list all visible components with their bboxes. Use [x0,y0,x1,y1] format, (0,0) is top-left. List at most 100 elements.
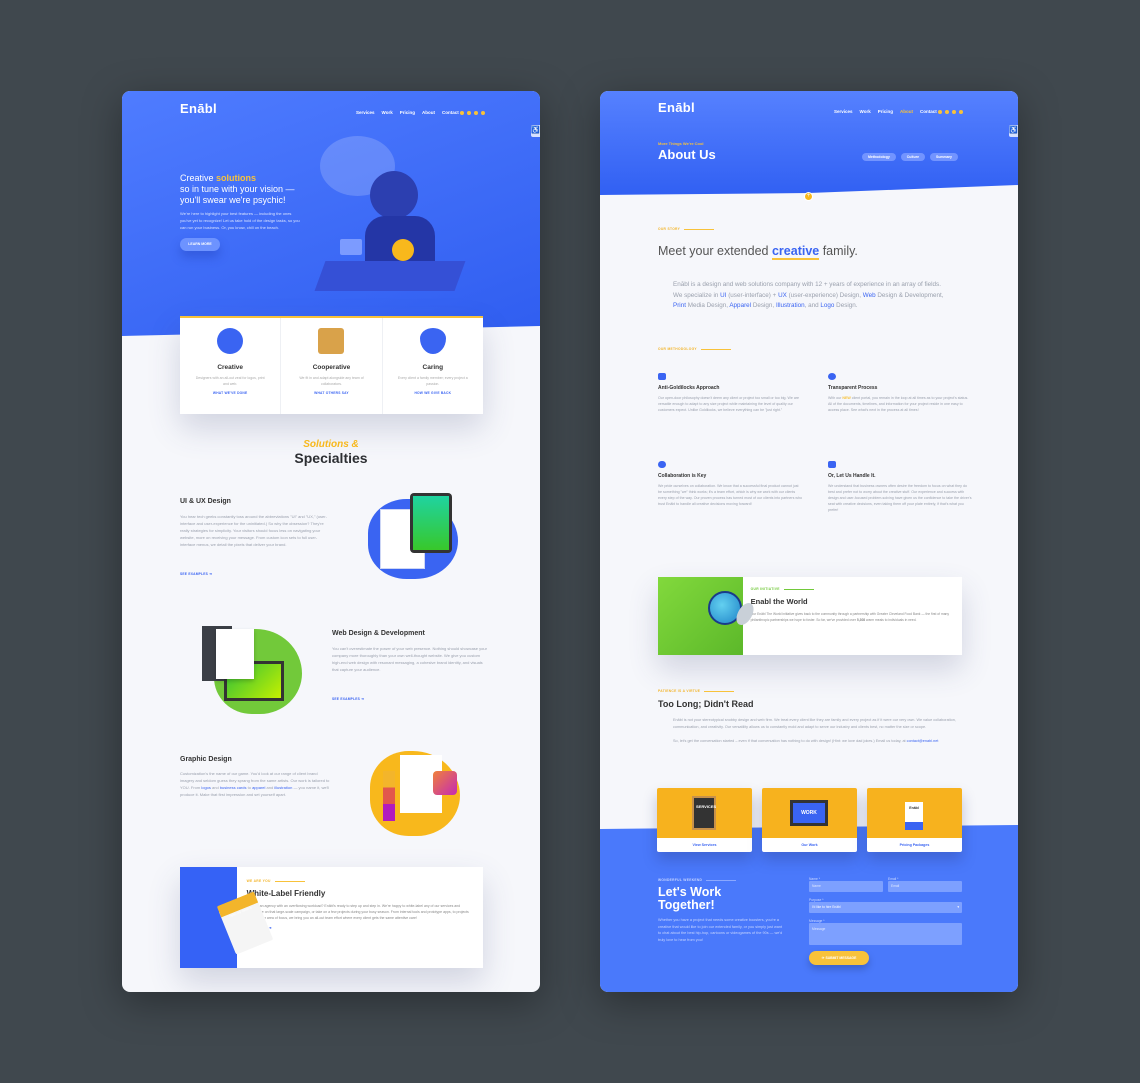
apparel-link[interactable]: Apparel [729,302,751,309]
method-title: Or, Let Us Handle It. [828,473,876,479]
linkedin-icon[interactable] [481,111,485,115]
contact-title: Let's Work Together! [658,885,722,912]
card-title: White-Label Friendly [246,889,326,898]
chevron-down-icon: ▾ [957,905,959,909]
instagram-icon[interactable] [938,110,942,114]
nav-services[interactable]: Services [356,110,375,115]
tile-pricing-packages[interactable]: Enābl Pricing Packages [867,788,962,852]
pill-culture[interactable]: Culture [900,153,926,161]
email-input[interactable]: Email [888,881,962,892]
web-link[interactable]: Web [863,292,876,299]
nav-work[interactable]: Work [860,109,871,114]
social-links [460,111,485,115]
purpose-select[interactable]: I'd like to hire Enābl ▾ [809,902,962,913]
feature-text: We fit in and adapt alongside any team o… [299,376,364,386]
eyebrow: WE ARE YOU [247,879,473,883]
pill-summary[interactable]: Summary [930,153,958,161]
nav-contact[interactable]: Contact [920,109,937,114]
method-title: Collaboration is Key [658,473,707,479]
chat-bubbles-icon [658,461,666,468]
see-examples-link[interactable]: SEE EXAMPLES ➜ [332,697,364,701]
ui-ux-illustration [365,489,465,584]
dribbble-icon[interactable] [467,111,471,115]
nav-contact[interactable]: Contact [442,110,459,115]
email-link[interactable]: contact@enabl.net [907,739,939,743]
learn-more-button[interactable]: LEARN MORE [180,238,220,251]
social-links [938,110,963,114]
accessibility-icon[interactable]: ♿ [1009,125,1018,137]
tile-label: Pricing Packages [899,843,930,847]
accessibility-icon[interactable]: ♿ [531,125,540,137]
illustration-link[interactable]: Illustration [776,302,805,309]
business-cards-link[interactable]: business cards [220,785,247,790]
about-page-mockup: Enābl Services Work Pricing About Contac… [600,91,1018,992]
nav-about[interactable]: About [900,109,913,114]
twitter-icon[interactable] [952,110,956,114]
feature-title: Caring [422,364,444,371]
nav-about[interactable]: About [422,110,435,115]
contact-eyebrow: WONDERFUL WEEKEND [658,878,737,882]
dribbble-icon[interactable] [945,110,949,114]
pill-methodology[interactable]: Methodology [862,153,896,161]
print-link[interactable]: Print [673,302,686,309]
nav-services[interactable]: Services [834,109,853,114]
methodology-eyebrow: OUR METHODOLOGY [658,347,731,351]
apparel-link[interactable]: apparel [252,785,265,790]
method-text: With our NEW client portal, you remain i… [828,396,969,412]
solutions-heading: Solutions & Specialties [122,439,540,466]
card-title: Enabl the World [750,597,808,606]
logo-link[interactable]: Logo [820,302,834,309]
method-title: Transparent Process [828,385,878,391]
card-text: Our Enābl The World initiative gives bac… [750,612,950,622]
service-text: Customization's the name of our game. Yo… [180,771,330,797]
illustration-link[interactable]: illustration [274,785,292,790]
nav-pricing[interactable]: Pricing [400,110,415,115]
logos-link[interactable]: logos [201,785,211,790]
tldr-text: Enābl is not your stereotypical snobby d… [673,718,956,743]
white-label-card: Hello, my name is WE ARE YOU White-Label… [180,867,483,968]
web-design-illustration [194,621,304,716]
story-headline: Meet your extended creative family. [658,244,858,260]
instagram-icon[interactable] [460,111,464,115]
method-item: Or, Let Us Handle It. We understand that… [828,461,973,513]
method-item: Collaboration is Key We pride ourselves … [658,461,803,507]
values-card: Creative Designers with an all-out zeal … [180,316,483,414]
name-input[interactable]: Name [809,881,883,892]
ux-link[interactable]: UX [778,292,787,299]
feature-creative: Creative Designers with an all-out zeal … [180,318,282,414]
tile-label: Our Work [801,843,818,847]
lanyard-badge-illustration: Hello, my name is [180,867,274,968]
see-examples-link[interactable]: SEE EXAMPLES ➜ [180,572,212,576]
tile-our-work[interactable]: WORK Our Work [762,788,857,852]
main-nav: Services Work Pricing About Contact [356,110,459,115]
logo[interactable]: Enābl [658,100,695,115]
card-text: Are you an agency with an overflowing wo… [246,904,469,920]
tile-label: View Services [692,843,717,847]
service-title: Web Design & Development [332,630,425,637]
nav-pricing[interactable]: Pricing [878,109,893,114]
feature-title: Creative [217,364,243,371]
lets-chat-link[interactable]: LET'S CHAT ➜ [247,926,473,930]
home-page-mockup: Enābl Services Work Pricing About Contac… [122,91,540,992]
section-pills: Methodology Culture Summary [862,153,958,161]
feature-link[interactable]: WHAT OTHERS SAY [281,391,381,395]
feature-caring: Caring Every client a family member; eve… [383,318,483,414]
hidden-eye-icon [828,461,836,468]
tile-view-services[interactable]: SERVICES View Services [657,788,752,852]
twitter-icon[interactable] [474,111,478,115]
logo[interactable]: Enābl [180,101,217,116]
cups-icon [318,328,345,354]
scroll-down-button[interactable]: + [804,192,813,201]
feature-link[interactable]: WHAT WE'VE DONE [180,391,280,395]
feature-link[interactable]: HOW WE GIVE BACK [383,391,483,395]
work-frame-illustration: WORK [762,788,857,838]
message-textarea[interactable]: Message [809,923,962,945]
service-text: You hear tech geeks constantly toss arou… [180,514,327,547]
submit-message-button[interactable]: ✈ SUBMIT MESSAGE [809,951,869,965]
heading-title: Specialties [294,450,368,466]
method-text: We understand that business owners often… [828,484,972,512]
heading-script: Solutions & [303,439,359,450]
linkedin-icon[interactable] [959,110,963,114]
page-eyebrow: More Things We're Cool [658,141,704,146]
nav-work[interactable]: Work [382,110,393,115]
